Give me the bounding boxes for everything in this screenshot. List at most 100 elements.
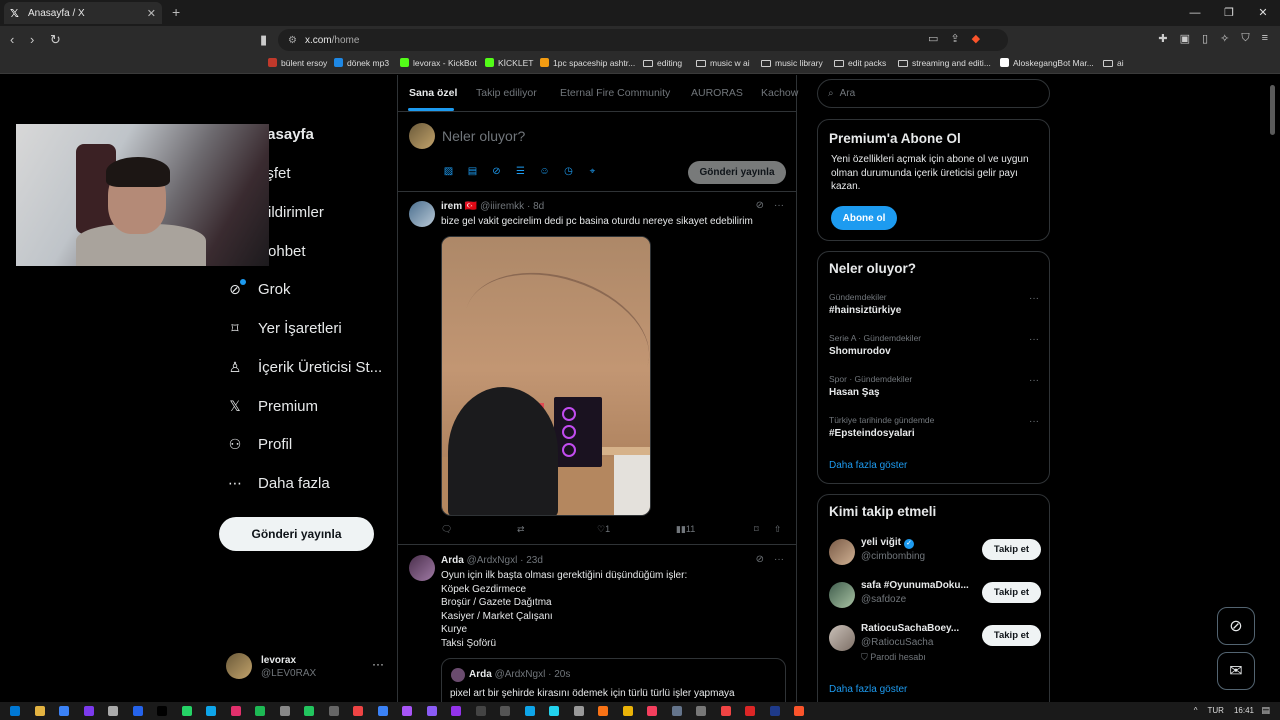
vpn-icon[interactable]: ⛉: [1241, 32, 1249, 45]
tab-kachow[interactable]: Kachow: [761, 87, 798, 99]
avatar[interactable]: [409, 201, 435, 227]
bookmark-item[interactable]: KİCKLET: [485, 58, 533, 68]
close-tab-icon[interactable]: ✕: [147, 7, 156, 20]
avatar[interactable]: [409, 555, 435, 581]
taskbar-app-icon[interactable]: [549, 706, 559, 716]
suggested-account[interactable]: safa #OyunumaDoku... @safdoze Takip et: [829, 580, 1041, 616]
bookmark-page-icon[interactable]: ▮: [260, 32, 267, 48]
bookmark-item[interactable]: AloskegangBot Mar...: [1000, 58, 1094, 68]
tweet-time[interactable]: 23d: [526, 555, 543, 566]
tweet-author-name[interactable]: irem: [441, 201, 462, 212]
taskbar-app-icon[interactable]: [279, 706, 290, 716]
account-name[interactable]: RatiocuSachaBoey...: [861, 623, 973, 634]
bookmark-item[interactable]: levorax - KickBot: [400, 58, 477, 68]
tab-auroras[interactable]: AURORAS: [691, 87, 743, 99]
taskbar-app-icon[interactable]: [524, 706, 535, 716]
image-icon[interactable]: ▨: [442, 165, 455, 178]
share-icon[interactable]: ⇪: [950, 32, 959, 45]
bookmark-item[interactable]: edit packs: [834, 58, 886, 68]
tweet-author-handle[interactable]: @iiiremkk: [480, 201, 524, 212]
like-button[interactable]: ♡ 1: [597, 524, 610, 535]
post-button[interactable]: Gönderi yayınla: [219, 517, 374, 551]
notification-icon[interactable]: ▤: [1261, 705, 1270, 716]
sidebar-toggle-icon[interactable]: ▯: [1202, 32, 1208, 45]
nav-item-person[interactable]: ⚇ Profil: [226, 435, 292, 453]
avatar[interactable]: [829, 539, 855, 565]
back-icon[interactable]: ‹: [10, 32, 14, 47]
tweet-author-handle[interactable]: @ArdxNgxl: [467, 555, 518, 566]
tweet-time[interactable]: 8d: [533, 201, 544, 212]
menu-icon[interactable]: ≡: [1262, 32, 1268, 45]
taskbar-app-icon[interactable]: [426, 706, 437, 716]
address-bar[interactable]: ⚙ x.com/home: [278, 29, 1008, 51]
bookmark-item[interactable]: ai: [1103, 58, 1124, 68]
grok-icon[interactable]: ⊘: [756, 554, 764, 565]
bookmark-item[interactable]: dönek mp3: [334, 58, 389, 68]
reload-icon[interactable]: ↻: [50, 32, 61, 48]
taskbar-app-icon[interactable]: [500, 706, 510, 716]
taskbar-app-icon[interactable]: [671, 706, 682, 716]
tweet[interactable]: irem 🇹🇷 @iiiremkk · 8d ⊘ ··· bize gel va…: [398, 192, 796, 545]
taskbar-app-icon[interactable]: [353, 706, 363, 716]
show-more-follow-link[interactable]: Daha fazla göster: [829, 684, 907, 695]
taskbar-app-icon[interactable]: [598, 706, 608, 716]
messages-fab[interactable]: ✉: [1217, 652, 1255, 690]
more-icon[interactable]: ···: [1029, 375, 1039, 386]
location-icon[interactable]: ⌖: [586, 165, 599, 178]
trend-item[interactable]: Serie A · Gündemdekiler Shomurodov ···: [829, 333, 1039, 357]
taskbar-app-icon[interactable]: [769, 706, 780, 716]
trend-item[interactable]: Spor · Gündemdekiler Hasan Şaş ···: [829, 374, 1039, 398]
follow-button[interactable]: Takip et: [982, 539, 1041, 560]
bookmark-item[interactable]: editing: [643, 58, 682, 68]
taskbar-app-icon[interactable]: [34, 706, 45, 716]
nav-item-more-circle[interactable]: ⋯ Daha fazla: [226, 474, 330, 492]
maximize-button[interactable]: ❐: [1212, 0, 1246, 26]
grok-fab[interactable]: ⊘: [1217, 607, 1255, 645]
taskbar-app-icon[interactable]: [475, 706, 486, 716]
cast-icon[interactable]: ▭: [928, 32, 938, 45]
tab-eternal-fire-community[interactable]: Eternal Fire Community: [560, 87, 670, 99]
taskbar-app-icon[interactable]: [328, 706, 339, 716]
more-icon[interactable]: ···: [1029, 334, 1039, 345]
clock[interactable]: 16:41: [1234, 706, 1254, 715]
more-icon[interactable]: ···: [372, 657, 384, 671]
bookmark-item[interactable]: bülent ersoy: [268, 58, 327, 68]
suggested-account[interactable]: RatiocuSachaBoey... @RatiocuSacha Takip et…: [829, 623, 1041, 662]
compose-input[interactable]: Neler oluyor?: [442, 128, 525, 144]
compose-post-button[interactable]: Gönderi yayınla: [688, 161, 786, 184]
follow-button[interactable]: Takip et: [982, 582, 1041, 603]
browser-tab[interactable]: 𝕏 Anasayfa / X ✕: [4, 2, 162, 24]
scrollbar[interactable]: [1270, 85, 1275, 135]
extensions-icon[interactable]: ✚: [1158, 32, 1167, 45]
more-icon[interactable]: ···: [774, 554, 784, 565]
taskbar-app-icon[interactable]: [377, 706, 388, 716]
follow-button[interactable]: Takip et: [982, 625, 1041, 646]
bookmark-icon[interactable]: ⌑: [754, 524, 759, 535]
tab-following[interactable]: Takip ediliyor: [476, 87, 537, 99]
tab-for-you[interactable]: Sana özel: [409, 87, 457, 99]
taskbar-app-icon[interactable]: [622, 706, 633, 716]
site-info-icon[interactable]: ⚙: [288, 35, 297, 46]
taskbar-app-icon[interactable]: [230, 706, 241, 716]
poll-icon[interactable]: ☰: [514, 165, 527, 178]
taskbar-app-icon[interactable]: [206, 706, 216, 716]
taskbar-app-icon[interactable]: [59, 706, 69, 716]
account-switcher[interactable]: levorax @LEV0RAX ···: [226, 653, 386, 685]
more-icon[interactable]: ···: [1029, 416, 1039, 427]
reply-icon[interactable]: 🗨︎: [441, 524, 452, 535]
emoji-icon[interactable]: ☺: [538, 165, 551, 178]
bookmark-item[interactable]: music w ai: [696, 58, 750, 68]
bookmark-item[interactable]: music library: [761, 58, 823, 68]
forward-icon[interactable]: ›: [30, 32, 34, 47]
taskbar-app-icon[interactable]: [720, 706, 731, 716]
grok-icon[interactable]: ⊘: [756, 200, 764, 211]
close-window-button[interactable]: ✕: [1246, 0, 1280, 26]
tweet[interactable]: Arda @ArdxNgxl · 23d ⊘ ··· Oyun için ilk…: [398, 546, 796, 703]
trend-item[interactable]: Gündemdekiler #hainsiztürkiye ···: [829, 292, 1039, 316]
share-icon[interactable]: ⇧: [774, 524, 782, 535]
account-name[interactable]: safa #OyunumaDoku...: [861, 580, 973, 591]
taskbar-app-icon[interactable]: [402, 706, 412, 716]
bookmark-item[interactable]: streaming and editi...: [898, 58, 991, 68]
avatar[interactable]: [829, 625, 855, 651]
taskbar-app-icon[interactable]: [573, 706, 584, 716]
